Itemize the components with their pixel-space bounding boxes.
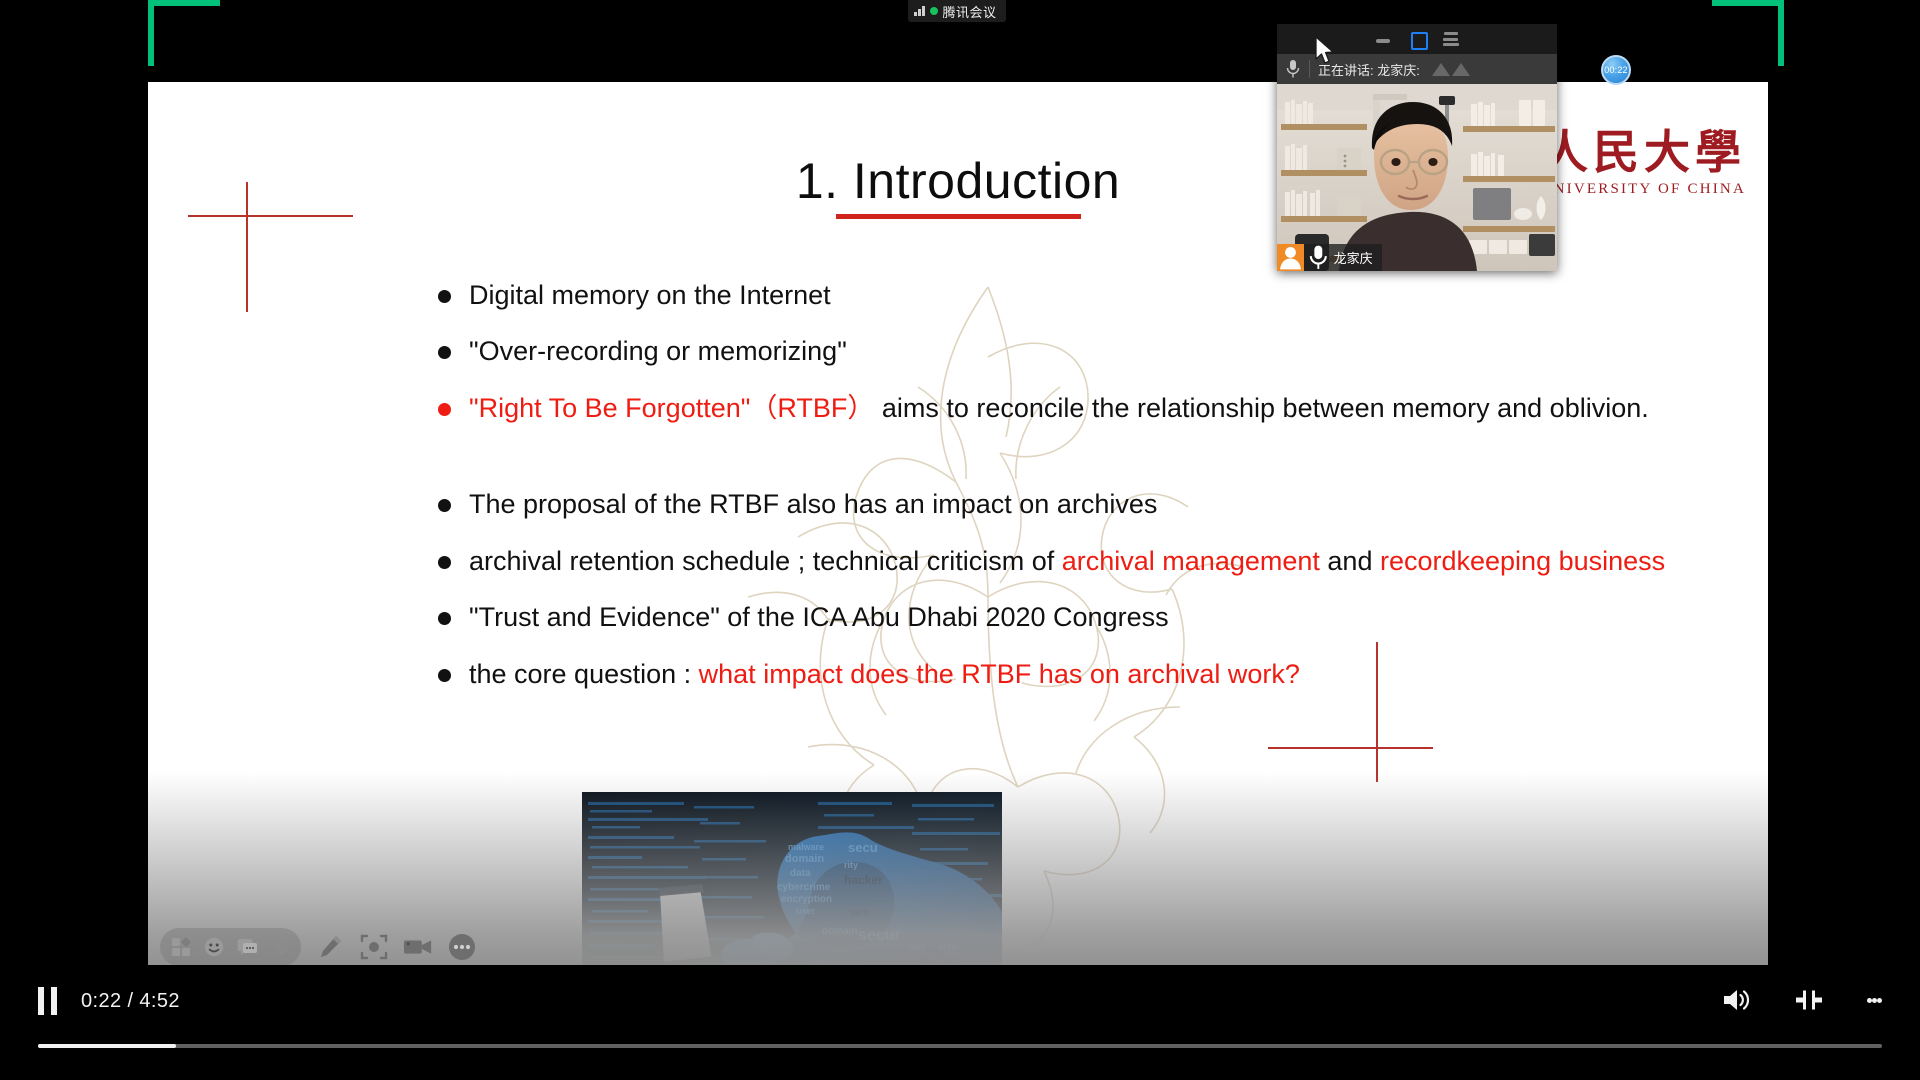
bullet-text-segment: archival management xyxy=(1061,545,1320,576)
bullet-dot-icon xyxy=(438,555,451,569)
slide-bullet-item: "Trust and Evidence" of the ICA Abu Dhab… xyxy=(438,599,1698,635)
bullet-text-segment: what impact does the RTBF has on archiva… xyxy=(698,658,1300,689)
bullet-text-segment: "Right To Be Forgotten"（RTBF） xyxy=(469,392,875,423)
green-corner-bracket-top-left xyxy=(148,0,220,66)
maximize-icon[interactable] xyxy=(1408,30,1428,50)
microphone-icon xyxy=(1286,60,1300,78)
video-camera-icon[interactable] xyxy=(403,932,433,962)
video-player-controls[interactable]: 0:22 / 4:52 xyxy=(0,965,1920,1080)
slide-bullet-text: "Trust and Evidence" of the ICA Abu Dhab… xyxy=(469,599,1169,635)
exit-fullscreen-icon[interactable] xyxy=(1795,987,1823,1013)
minimize-icon[interactable] xyxy=(1374,30,1392,48)
person-avatar-icon xyxy=(1277,244,1304,271)
bullet-text-segment: aims to reconcile the relationship betwe… xyxy=(874,392,1649,423)
focus-capture-icon[interactable] xyxy=(359,932,389,962)
participant-name: 龙家庆 xyxy=(1333,251,1373,266)
svg-text:data: data xyxy=(790,868,811,879)
bullet-text-segment: the core question : xyxy=(469,658,699,689)
speaking-label: 正在讲话: 龙家庆: xyxy=(1318,62,1420,78)
svg-text:web: web xyxy=(849,908,869,919)
hamburger-menu-icon[interactable] xyxy=(1442,30,1460,48)
ellipsis-icon[interactable] xyxy=(447,932,477,962)
slide-bullet-text: archival retention schedule ; technical … xyxy=(469,543,1665,579)
title-underline xyxy=(835,214,1081,219)
volume-on-icon[interactable] xyxy=(1721,987,1751,1013)
speaking-status-bar: 正在讲话: 龙家庆: xyxy=(1277,54,1557,84)
slide-bullet-item: "Over-recording or memorizing" xyxy=(438,333,1698,369)
shapes-icon[interactable] xyxy=(166,932,196,962)
bullet-text-segment: Digital memory on the Internet xyxy=(469,280,831,310)
microphone-icon xyxy=(1309,245,1327,269)
bullet-dot-icon xyxy=(438,290,451,303)
player-progress-bar[interactable] xyxy=(38,1044,1882,1048)
signal-bars-icon xyxy=(914,6,925,16)
participant-nametag-label: 龙家庆 xyxy=(1304,244,1382,271)
chat-bubble-icon[interactable] xyxy=(232,932,262,962)
annotation-toolbar[interactable] xyxy=(160,928,477,966)
svg-text:hacker: hacker xyxy=(844,873,883,887)
slide-bullet-item: archival retention schedule ; technical … xyxy=(438,543,1698,579)
bullet-text-segment: archival retention schedule ; technical … xyxy=(469,545,1062,576)
green-dot-icon xyxy=(929,7,938,15)
bullet-text-segment: "Over-recording or memorizing" xyxy=(469,336,847,367)
participant-nametag: 龙家庆 xyxy=(1277,244,1382,271)
svg-text:hacker: hacker xyxy=(878,951,917,965)
chevron-left-icon[interactable] xyxy=(265,932,295,962)
slide-bullet-text: Digital memory on the Internet xyxy=(469,277,831,313)
bullet-dot-icon xyxy=(438,402,451,416)
slide-title: 1. Introduction xyxy=(795,153,1121,209)
annotation-tool-group[interactable] xyxy=(160,928,301,966)
player-left-controls: 0:22 / 4:52 xyxy=(38,987,180,1015)
slide-bullet-text: "Over-recording or memorizing" xyxy=(469,333,847,369)
slide-bullet-list: Digital memory on the Internet "Over-reco… xyxy=(438,277,1698,712)
divider xyxy=(1309,60,1310,78)
slide-bullet-item: the core question : what impact does the… xyxy=(438,656,1698,692)
slide-bullet-text: the core question : what impact does the… xyxy=(469,656,1300,692)
hacker-cybercrime-photo: malware domain data cybercrime encryptio… xyxy=(582,792,1002,982)
svg-text:secur: secur xyxy=(858,927,901,944)
player-progress-played xyxy=(38,1044,177,1048)
pencil-icon[interactable] xyxy=(315,932,345,962)
bullet-text-segment: and xyxy=(1319,545,1380,576)
timer-value: 00:22 xyxy=(1604,65,1628,75)
slide-bullet-text: The proposal of the RTBF also has an imp… xyxy=(469,486,1157,522)
bullet-dot-icon xyxy=(438,346,451,360)
slide-bullet-item: The proposal of the RTBF also has an imp… xyxy=(438,486,1698,522)
tencent-meeting-badge[interactable]: 腾讯会议 xyxy=(908,0,1006,22)
pip-titlebar[interactable] xyxy=(1277,24,1557,54)
bullet-text-segment: The proposal of the RTBF also has an imp… xyxy=(469,489,1158,520)
screen-root: 国人民大學 IN UNIVERSITY OF CHINA 1. Introduc… xyxy=(0,0,1920,1080)
svg-text:rity: rity xyxy=(844,860,858,870)
pause-icon[interactable] xyxy=(38,987,57,1015)
bullet-text-segment: recordkeeping business xyxy=(1379,545,1666,576)
svg-text:domain: domain xyxy=(785,853,824,865)
green-corner-bracket-top-right xyxy=(1712,0,1784,66)
bullet-dot-icon xyxy=(438,668,451,682)
vertical-ellipsis-icon[interactable] xyxy=(1867,995,1882,1006)
participant-video-window[interactable]: 正在讲话: 龙家庆: 龙家庆 xyxy=(1277,24,1557,271)
slide-bullet-text: "Right To Be Forgotten"（RTBF） aims to re… xyxy=(469,390,1649,426)
svg-text:user: user xyxy=(796,906,816,916)
svg-text:cybercrime: cybercrime xyxy=(777,882,831,893)
svg-text:secu: secu xyxy=(848,840,878,855)
bullet-spacer xyxy=(438,446,1698,486)
player-time-label: 0:22 / 4:52 xyxy=(81,989,180,1012)
player-right-controls xyxy=(1721,987,1882,1013)
svg-text:encryption: encryption xyxy=(781,894,832,905)
bullet-text-segment: "Trust and Evidence" of the ICA Abu Dhab… xyxy=(469,602,1169,633)
slide-bullet-item: "Right To Be Forgotten"（RTBF） aims to re… xyxy=(438,390,1698,426)
svg-text:domain: domain xyxy=(822,926,858,937)
bullet-dot-icon xyxy=(438,612,451,626)
slide-bullet-item: Digital memory on the Internet xyxy=(438,277,1698,313)
tencent-meeting-label: 腾讯会议 xyxy=(942,4,997,20)
svg-text:malware: malware xyxy=(788,842,824,852)
timer-badge[interactable]: 00:22 xyxy=(1601,55,1631,85)
smiley-icon[interactable] xyxy=(199,932,229,962)
bullet-dot-icon xyxy=(438,499,451,513)
participant-video-feed[interactable]: 龙家庆 xyxy=(1277,84,1557,271)
audio-wave-icon xyxy=(1431,62,1470,76)
